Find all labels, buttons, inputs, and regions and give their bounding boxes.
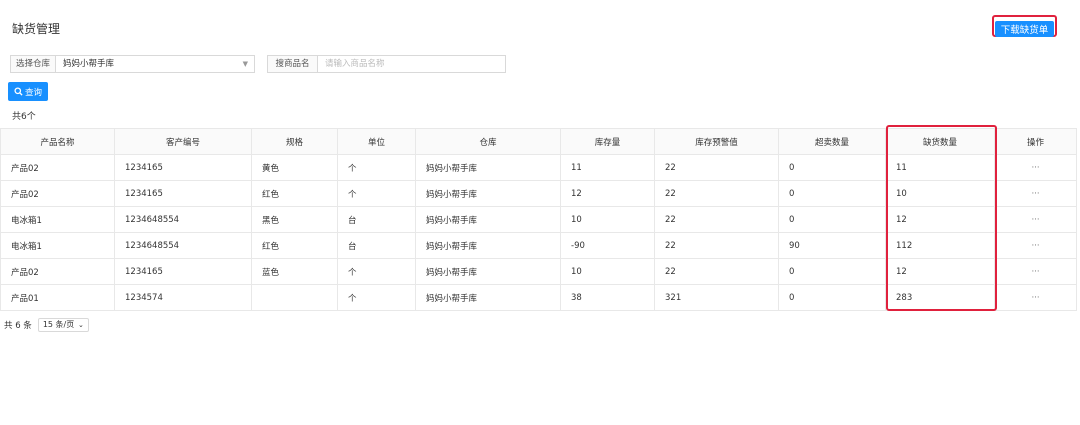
search-icon <box>14 87 23 96</box>
col-product-name: 产品名称 <box>0 128 115 155</box>
cell-oversold: 0 <box>778 154 886 181</box>
cell-unit: 个 <box>337 284 416 311</box>
cell-warehouse: 妈妈小帮手库 <box>415 206 561 233</box>
query-button-label: 查询 <box>24 87 42 98</box>
row-more-button[interactable]: ··· <box>994 258 1077 285</box>
cell-unit: 个 <box>337 154 416 181</box>
cell-stock-warning: 22 <box>654 180 779 207</box>
cell-oversold: 0 <box>778 206 886 233</box>
cell-stock: 38 <box>560 284 655 311</box>
cell-spec: 黑色 <box>251 206 338 233</box>
row-more-button[interactable]: ··· <box>994 232 1077 259</box>
table-row: 产品02 1234165 红色 个 妈妈小帮手库 12 22 0 10 ··· <box>0 180 1077 207</box>
cell-shortage: 10 <box>885 180 995 207</box>
cell-unit: 个 <box>337 258 416 285</box>
cell-customer-code: 1234165 <box>114 258 252 285</box>
cell-shortage: 112 <box>885 232 995 259</box>
warehouse-label: 选择仓库 <box>10 55 56 73</box>
pagination-total: 共 6 条 <box>4 321 32 331</box>
warehouse-select[interactable]: 妈妈小帮手库 ▼ <box>56 55 255 73</box>
product-search-input[interactable] <box>318 55 506 73</box>
cell-product-name: 产品02 <box>0 258 115 285</box>
page-size-value: 15 条/页 <box>42 320 75 329</box>
cell-shortage: 283 <box>885 284 995 311</box>
cell-stock: 12 <box>560 180 655 207</box>
cell-warehouse: 妈妈小帮手库 <box>415 258 561 285</box>
cell-stock-warning: 22 <box>654 206 779 233</box>
cell-oversold: 0 <box>778 284 886 311</box>
cell-unit: 台 <box>337 232 416 259</box>
cell-warehouse: 妈妈小帮手库 <box>415 154 561 181</box>
cell-oversold: 0 <box>778 180 886 207</box>
cell-stock-warning: 22 <box>654 232 779 259</box>
cell-customer-code: 1234165 <box>114 180 252 207</box>
table-row: 产品02 1234165 黄色 个 妈妈小帮手库 11 22 0 11 ··· <box>0 154 1077 181</box>
row-more-button[interactable]: ··· <box>994 284 1077 311</box>
col-customer-code: 客产编号 <box>114 128 252 155</box>
col-actions: 操作 <box>994 128 1077 155</box>
col-spec: 规格 <box>251 128 338 155</box>
table-row: 产品01 1234574 个 妈妈小帮手库 38 321 0 283 ··· <box>0 284 1077 311</box>
cell-customer-code: 1234648554 <box>114 206 252 233</box>
cell-shortage: 12 <box>885 206 995 233</box>
col-stock-warning: 库存预警值 <box>654 128 779 155</box>
shortage-table: 产品名称 客产编号 规格 单位 仓库 库存量 库存预警值 超卖数量 缺货数量 操… <box>0 128 1077 311</box>
table-header: 产品名称 客产编号 规格 单位 仓库 库存量 库存预警值 超卖数量 缺货数量 操… <box>0 128 1077 155</box>
cell-spec: 蓝色 <box>251 258 338 285</box>
cell-unit: 个 <box>337 180 416 207</box>
cell-spec: 红色 <box>251 232 338 259</box>
table-row: 电冰箱1 1234648554 黑色 台 妈妈小帮手库 10 22 0 12 ·… <box>0 206 1077 233</box>
cell-customer-code: 1234648554 <box>114 232 252 259</box>
download-button-highlight: 下载缺货单 <box>992 15 1057 37</box>
query-button[interactable]: 查询 <box>8 82 48 101</box>
cell-product-name: 电冰箱1 <box>0 232 115 259</box>
col-stock: 库存量 <box>560 128 655 155</box>
cell-product-name: 产品02 <box>0 180 115 207</box>
cell-warehouse: 妈妈小帮手库 <box>415 232 561 259</box>
table-row: 产品02 1234165 蓝色 个 妈妈小帮手库 10 22 0 12 ··· <box>0 258 1077 285</box>
cell-stock-warning: 22 <box>654 258 779 285</box>
cell-product-name: 产品02 <box>0 154 115 181</box>
cell-shortage: 11 <box>885 154 995 181</box>
col-unit: 单位 <box>337 128 416 155</box>
cell-product-name: 产品01 <box>0 284 115 311</box>
result-count: 共6个 <box>12 112 36 122</box>
cell-oversold: 90 <box>778 232 886 259</box>
cell-unit: 台 <box>337 206 416 233</box>
cell-product-name: 电冰箱1 <box>0 206 115 233</box>
cell-customer-code: 1234574 <box>114 284 252 311</box>
cell-stock: 10 <box>560 258 655 285</box>
page-size-select[interactable]: 15 条/页 ⌄ <box>37 318 89 332</box>
warehouse-select-value: 妈妈小帮手库 <box>63 59 115 69</box>
cell-shortage: 12 <box>885 258 995 285</box>
cell-stock: -90 <box>560 232 655 259</box>
cell-stock: 10 <box>560 206 655 233</box>
cell-warehouse: 妈妈小帮手库 <box>415 180 561 207</box>
table-row: 电冰箱1 1234648554 红色 台 妈妈小帮手库 -90 22 90 11… <box>0 232 1077 259</box>
cell-stock-warning: 321 <box>654 284 779 311</box>
chevron-down-icon: ⌄ <box>77 321 84 329</box>
download-shortage-button[interactable]: 下载缺货单 <box>995 21 1054 37</box>
cell-warehouse: 妈妈小帮手库 <box>415 284 561 311</box>
row-more-button[interactable]: ··· <box>994 154 1077 181</box>
row-more-button[interactable]: ··· <box>994 206 1077 233</box>
col-shortage: 缺货数量 <box>885 128 995 155</box>
col-warehouse: 仓库 <box>415 128 561 155</box>
cell-spec: 红色 <box>251 180 338 207</box>
chevron-down-icon: ▼ <box>242 60 248 68</box>
pagination: 共 6 条 15 条/页 ⌄ <box>4 318 89 332</box>
row-more-button[interactable]: ··· <box>994 180 1077 207</box>
col-oversold: 超卖数量 <box>778 128 886 155</box>
cell-stock: 11 <box>560 154 655 181</box>
cell-stock-warning: 22 <box>654 154 779 181</box>
cell-spec: 黄色 <box>251 154 338 181</box>
page-title: 缺货管理 <box>12 22 61 36</box>
cell-oversold: 0 <box>778 258 886 285</box>
cell-customer-code: 1234165 <box>114 154 252 181</box>
search-label: 搜商品名 <box>267 55 318 73</box>
cell-spec <box>251 284 338 311</box>
